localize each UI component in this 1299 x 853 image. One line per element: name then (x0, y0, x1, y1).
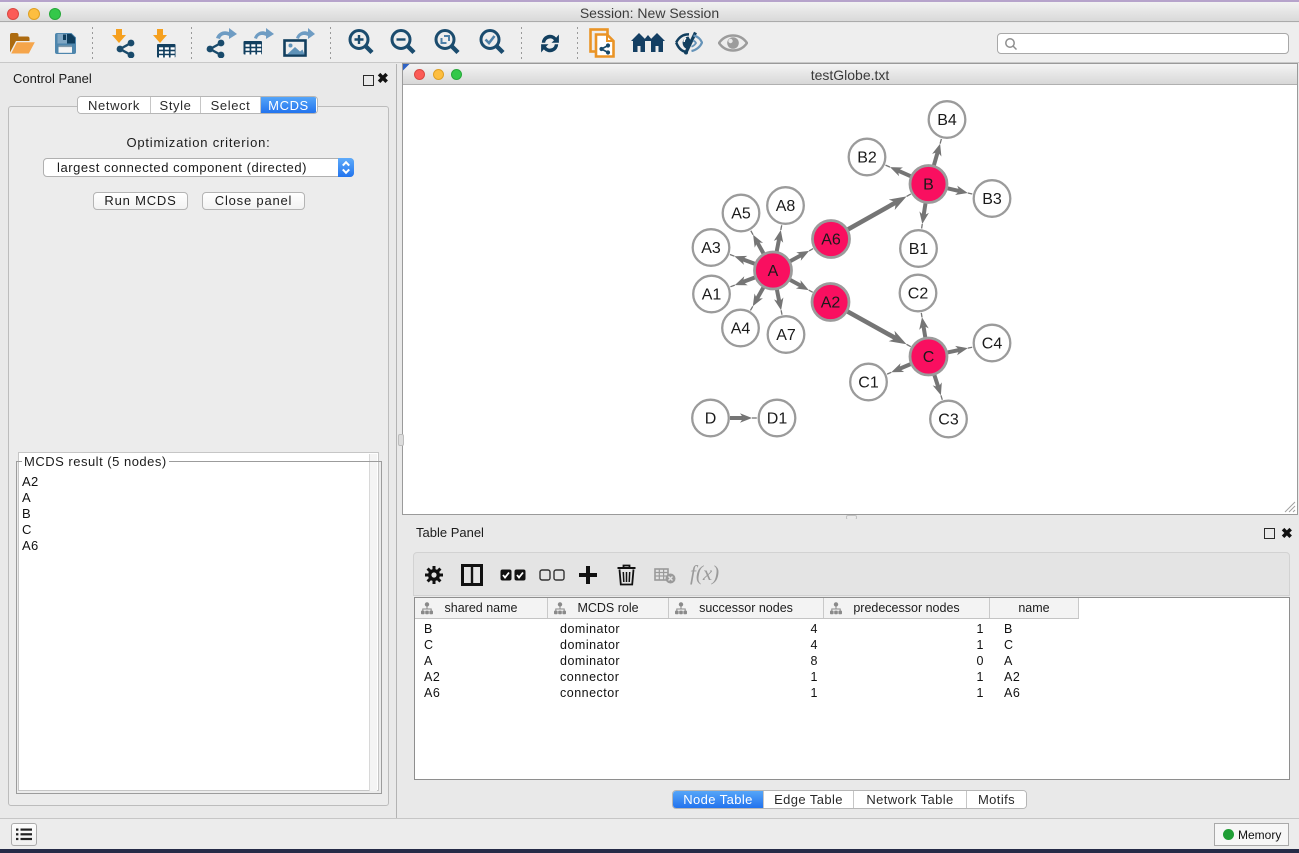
svg-text:C1: C1 (858, 375, 879, 392)
svg-text:A3: A3 (701, 240, 721, 257)
svg-text:A: A (768, 263, 779, 280)
svg-text:A7: A7 (776, 327, 796, 344)
svg-text:B: B (923, 177, 934, 194)
svg-text:A2: A2 (821, 295, 841, 312)
svg-text:C3: C3 (938, 412, 959, 429)
svg-text:B3: B3 (982, 191, 1002, 208)
svg-text:A8: A8 (776, 198, 796, 215)
svg-text:C: C (923, 349, 935, 366)
svg-text:C2: C2 (908, 286, 929, 303)
svg-text:D: D (705, 411, 717, 428)
svg-text:A1: A1 (702, 287, 722, 304)
svg-text:B2: B2 (857, 150, 877, 167)
svg-text:A4: A4 (731, 321, 751, 338)
svg-text:D1: D1 (767, 411, 788, 428)
svg-text:A5: A5 (731, 206, 751, 223)
svg-text:B4: B4 (937, 112, 957, 129)
svg-text:B1: B1 (909, 241, 929, 258)
svg-text:A6: A6 (821, 232, 841, 249)
svg-text:C4: C4 (982, 336, 1003, 353)
